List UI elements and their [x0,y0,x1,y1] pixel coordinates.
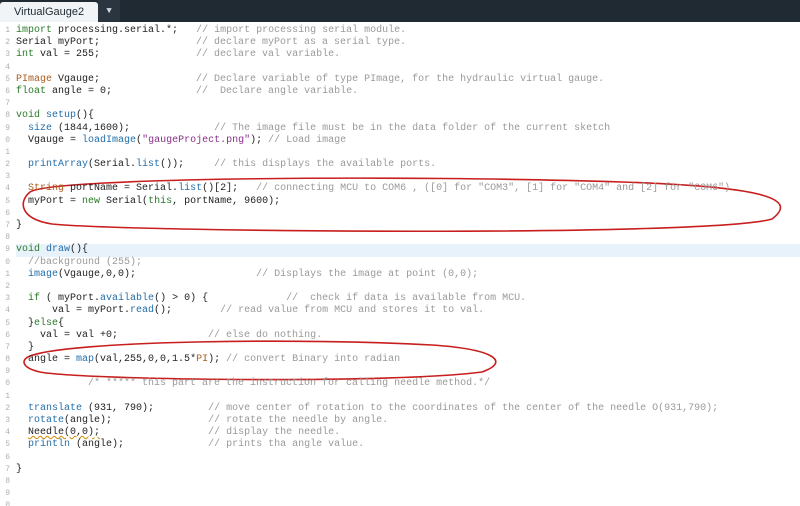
code-line [16,98,800,110]
code-line: //background (255); [16,257,800,269]
code-line: import processing.serial.*; // import pr… [16,25,800,37]
code-line: }else{ [16,318,800,330]
code-area[interactable]: import processing.serial.*; // import pr… [12,22,800,506]
code-line: angle = map(val,255,0,0,1.5*PI); // conv… [16,354,800,366]
code-line [16,208,800,220]
code-line: println (angle); // prints tha angle val… [16,439,800,451]
code-line: myPort = new Serial(this, portName, 9600… [16,196,800,208]
code-line [16,171,800,183]
code-line [16,147,800,159]
code-line: String portName = Serial.list()[2]; // c… [16,183,800,195]
code-line: printArray(Serial.list()); // this displ… [16,159,800,171]
code-line: void draw(){ [16,244,800,256]
code-line: size (1844,1600); // The image file must… [16,123,800,135]
code-line [16,281,800,293]
code-line: Needle(0,0); // display the needle. [16,427,800,439]
line-number-gutter: 1234567890123456789012345678901234567890 [0,22,12,506]
code-line: } [16,342,800,354]
code-line: /* ***** this part are the instruction f… [16,378,800,390]
code-line: val = val +0; // else do nothing. [16,330,800,342]
code-line: translate (931, 790); // move center of … [16,403,800,415]
code-text[interactable]: import processing.serial.*; // import pr… [16,25,800,476]
tab-title: VirtualGauge2 [14,6,84,18]
chevron-down-icon: ▼ [106,6,111,16]
code-line: void setup(){ [16,110,800,122]
code-line: int val = 255; // declare val variable. [16,49,800,61]
code-editor[interactable]: 1234567890123456789012345678901234567890… [0,22,800,506]
tab-dropdown-button[interactable]: ▼ [98,0,120,22]
code-line [16,452,800,464]
code-line: image(Vgauge,0,0); // Displays the image… [16,269,800,281]
code-line: float angle = 0; // Declare angle variab… [16,86,800,98]
code-line [16,232,800,244]
code-line [16,391,800,403]
code-line: rotate(angle); // rotate the needle by a… [16,415,800,427]
code-line: val = myPort.read(); // read value from … [16,305,800,317]
tab-bar: VirtualGauge2 ▼ [0,0,800,22]
code-line: } [16,220,800,232]
code-line: } [16,464,800,476]
code-line [16,62,800,74]
tab-active[interactable]: VirtualGauge2 [0,2,98,22]
code-line [16,366,800,378]
code-line: if ( myPort.available() > 0) { // check … [16,293,800,305]
code-line: PImage Vgauge; // Declare variable of ty… [16,74,800,86]
code-line: Serial myPort; // declare myPort as a se… [16,37,800,49]
code-line: Vgauge = loadImage("gaugeProject.png"); … [16,135,800,147]
